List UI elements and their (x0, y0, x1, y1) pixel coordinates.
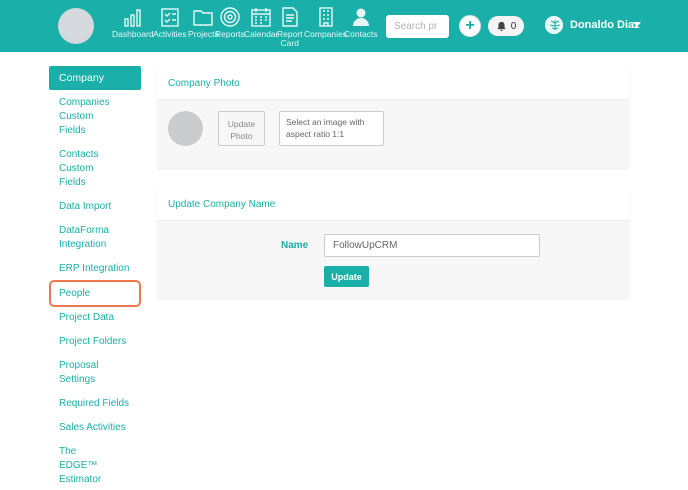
sidebar-item-companies-custom-fields[interactable]: Companies Custom Fields (49, 96, 121, 138)
name-label: Name (281, 240, 309, 251)
person-icon (352, 8, 369, 26)
company-name-card: Update Company Name Name Update (157, 188, 629, 298)
nav-label: Calendar (244, 29, 279, 39)
nav-companies[interactable]: Companies (304, 6, 347, 39)
nav-label: Reports (215, 29, 245, 39)
bell-icon (497, 21, 506, 31)
company-photo-card: Company Photo Update Photo Select an ima… (157, 67, 629, 168)
nav-activities[interactable]: Activities (153, 6, 187, 39)
search-input[interactable] (386, 15, 449, 38)
company-photo-placeholder (168, 111, 203, 146)
sidebar-item-contacts-custom-fields[interactable]: Contacts Custom Fields (49, 148, 121, 190)
nav-contacts[interactable]: Contacts (344, 6, 378, 39)
card-title: Update Company Name (157, 188, 629, 221)
settings-sidebar: Company Profile Companies Custom Fields … (49, 66, 141, 487)
sidebar-item-people[interactable]: People (49, 280, 141, 307)
document-icon (282, 7, 298, 27)
sidebar-item-dataforma-integration[interactable]: DataForma Integration (49, 224, 121, 252)
card-title: Company Photo (157, 67, 629, 100)
company-name-input[interactable] (324, 234, 540, 257)
nav-label: Dashboard (112, 29, 154, 39)
sidebar-item-required-fields[interactable]: Required Fields (49, 397, 141, 411)
photo-hint-text: Select an image with aspect ratio 1:1 (279, 111, 384, 146)
sidebar-item-data-import[interactable]: Data Import (49, 200, 141, 214)
building-icon (318, 7, 333, 27)
sidebar-item-edge-estimator[interactable]: The EDGE™ Estimator (49, 445, 121, 487)
avatar-image (549, 20, 561, 30)
sidebar-item-company-profile[interactable]: Company Profile (49, 66, 141, 108)
sidebar-item-sales-activities[interactable]: Sales Activities (49, 421, 141, 435)
nav-reports[interactable]: Reports (215, 6, 245, 39)
nav-calendar[interactable]: Calendar (244, 6, 279, 39)
plus-icon: + (465, 17, 475, 34)
company-logo[interactable] (58, 8, 94, 44)
nav-label: Contacts (344, 29, 378, 39)
nav-report-card[interactable]: Report Card (277, 6, 303, 48)
card-body: Update Photo Select an image with aspect… (157, 100, 629, 168)
update-photo-button[interactable]: Update Photo (218, 111, 265, 146)
chevron-down-icon[interactable] (633, 22, 641, 27)
sidebar-item-erp-integration[interactable]: ERP Integration (49, 262, 141, 276)
top-navigation-bar: Dashboard Activities Projects Reports Ca (0, 0, 688, 52)
card-body: Name Update (157, 221, 629, 298)
sidebar-item-project-data[interactable]: Project Data (49, 311, 141, 325)
folder-icon (193, 10, 214, 26)
calendar-icon (251, 8, 271, 27)
target-icon (220, 7, 240, 27)
update-button[interactable]: Update (324, 266, 369, 287)
nav-dashboard[interactable]: Dashboard (112, 6, 154, 39)
nav-label: Activities (153, 29, 187, 39)
user-name[interactable]: Donaldo Diaz (570, 19, 640, 31)
nav-label: Companies (304, 29, 347, 39)
checklist-icon (161, 8, 179, 27)
add-button[interactable]: + (459, 15, 481, 37)
notification-count: 0 (510, 20, 517, 32)
bar-chart-icon (124, 9, 141, 27)
nav-label-line2: Card (280, 38, 299, 48)
notifications-button[interactable]: 0 (488, 16, 524, 36)
user-avatar[interactable] (545, 16, 563, 34)
sidebar-item-project-folders[interactable]: Project Folders (49, 335, 141, 349)
sidebar-item-proposal-settings[interactable]: Proposal Settings (49, 359, 121, 387)
